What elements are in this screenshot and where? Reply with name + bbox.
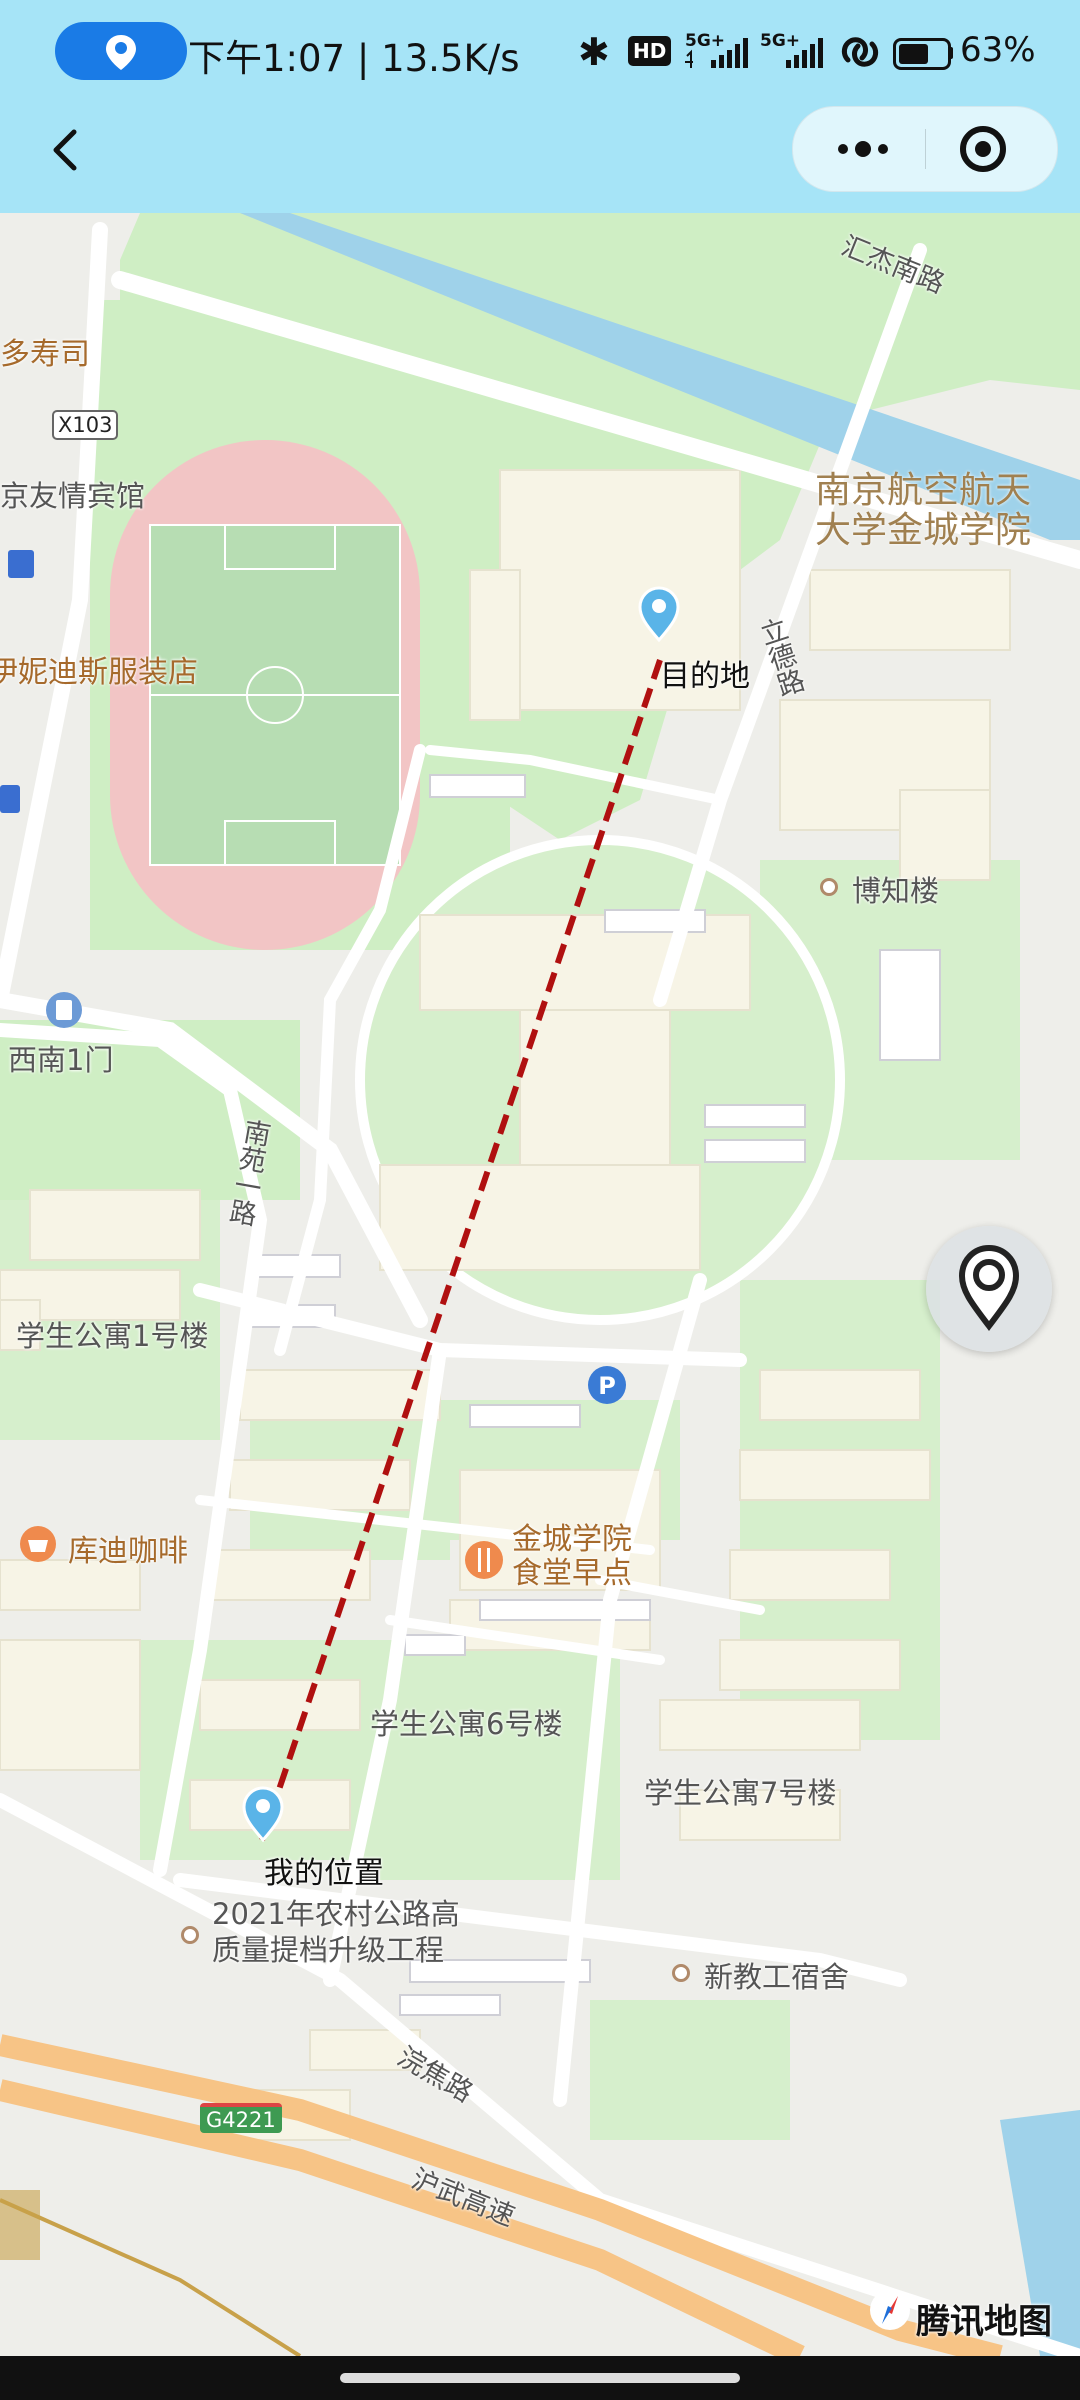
poi-label-dorm7: 学生公寓7号楼 — [644, 1776, 837, 1810]
poi-label-teacher-dorm: 新教工宿舍 — [704, 1960, 850, 1994]
chevron-left-icon[interactable] — [36, 120, 96, 180]
compass-icon — [870, 2290, 910, 2330]
signal-label-2: 5G+ — [760, 31, 800, 51]
status-time: 下午1:07 | 13.5K/s — [188, 28, 519, 82]
poi-label-hotel: 京友情宾馆 — [0, 479, 146, 513]
poi-label-canteen: 金城学院 食堂早点 — [512, 1522, 632, 1591]
poi-dot — [181, 1926, 199, 1944]
poi-label-dorm1: 学生公寓1号楼 — [16, 1319, 209, 1353]
road-shield-x103: X103 — [52, 410, 119, 440]
bus-icon — [0, 785, 20, 813]
more-icon[interactable] — [813, 119, 913, 179]
poi-label-southwest-gate: 西南1门 — [8, 1043, 114, 1077]
net-speed: 13.5K/s — [381, 37, 520, 80]
locate-me-button[interactable] — [926, 1226, 1052, 1352]
bus-icon — [8, 550, 34, 578]
provider-name: 腾讯地图 — [916, 2302, 1052, 2342]
poi-label-bozhi: 博知楼 — [852, 874, 940, 908]
clock: 下午1:07 — [188, 37, 346, 80]
status-separator: | — [356, 37, 370, 80]
capsule-divider — [925, 129, 926, 169]
battery-fill — [899, 44, 928, 64]
campus-label: 南京航空航天 大学金城学院 — [815, 470, 1032, 551]
hd-icon: HD — [628, 36, 672, 66]
home-indicator[interactable] — [340, 2373, 740, 2383]
signal-label-1: 5G+ — [685, 31, 725, 51]
location-indicator[interactable] — [55, 22, 187, 80]
poi-label-sushi: 多寿司 — [0, 337, 90, 372]
nav-bar — [0, 105, 1080, 213]
poi-label-cafe: 库迪咖啡 — [68, 1534, 188, 1569]
bluetooth-icon: ✱ — [578, 30, 610, 74]
green-area — [590, 2000, 790, 2140]
battery-percent: 63% — [960, 30, 1036, 70]
restaurant-icon — [465, 1541, 503, 1579]
svg-text:P: P — [598, 1372, 616, 1400]
poi-dot — [820, 878, 838, 896]
gesture-bar — [0, 2356, 1080, 2400]
my-location-label: 我的位置 — [264, 1856, 384, 1891]
poi-label-dorm6: 学生公寓6号楼 — [370, 1707, 563, 1741]
highway-shield-g4221: G4221 — [200, 2103, 282, 2133]
map-view[interactable]: P 汇杰南路 多寿司 X103 京友情宾馆 伊妮迪斯服装店 南京航空航天 大学金… — [0, 213, 1080, 2356]
signal-icon-2: 5G+ — [760, 31, 823, 68]
battery-tip — [948, 47, 953, 59]
mini-program-capsule — [792, 106, 1058, 192]
battery-icon — [893, 38, 951, 70]
status-bar: 下午1:07 | 13.5K/s ✱ HD 5G+ 5G+ 63% — [0, 0, 1080, 105]
poi-label-project: 2021年农村公路高 质量提档升级工程 — [212, 1897, 460, 1967]
poi-dot — [672, 1964, 690, 1982]
target-icon[interactable] — [953, 119, 1013, 179]
location-icon — [106, 35, 136, 70]
destination-label: 目的地 — [660, 659, 750, 694]
location-pin-icon — [958, 1244, 1020, 1331]
wifi-link-icon — [841, 37, 879, 67]
poi-label-clothing: 伊妮迪斯服装店 — [0, 655, 198, 690]
signal-icon: 5G+ — [685, 31, 748, 68]
